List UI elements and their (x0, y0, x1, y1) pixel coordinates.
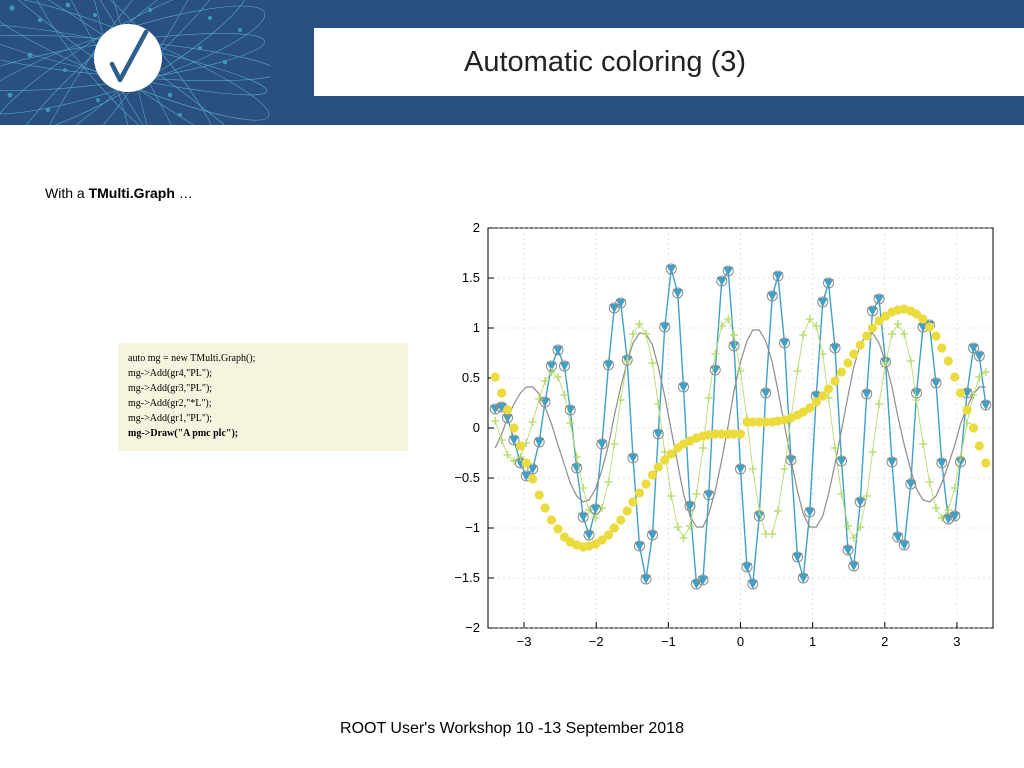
code-line: mg->Add(gr1,"PL"); (128, 411, 398, 426)
svg-text:2: 2 (473, 220, 480, 235)
svg-text:−1: −1 (465, 520, 480, 535)
svg-text:−3: −3 (517, 634, 532, 649)
intro-prefix: With a (45, 185, 89, 201)
footer-text: ROOT User's Workshop 10 -13 September 20… (0, 720, 1024, 738)
svg-text:3: 3 (953, 634, 960, 649)
svg-text:−1.5: −1.5 (454, 570, 480, 585)
svg-text:1: 1 (473, 320, 480, 335)
svg-text:0: 0 (473, 420, 480, 435)
intro-suffix: … (175, 185, 193, 201)
code-line: auto mg = new TMulti.Graph(); (128, 351, 398, 366)
svg-text:2: 2 (881, 634, 888, 649)
title-banner: Automatic coloring (3) (0, 0, 1024, 125)
code-line: mg->Add(gr4,"PL"); (128, 366, 398, 381)
svg-text:−2: −2 (465, 620, 480, 635)
title-bar: Automatic coloring (3) (314, 28, 1024, 96)
svg-text:0: 0 (737, 634, 744, 649)
code-line: mg->Add(gr2,"*L"); (128, 396, 398, 411)
code-line-emphasis: mg->Draw("A pmc plc"); (128, 426, 398, 441)
svg-text:−2: −2 (589, 634, 604, 649)
code-line: mg->Add(gr3,"PL"); (128, 381, 398, 396)
svg-text:0.5: 0.5 (462, 370, 480, 385)
logo-swirl-graphic (0, 0, 270, 125)
svg-text:1.5: 1.5 (462, 270, 480, 285)
svg-text:−0.5: −0.5 (454, 470, 480, 485)
intro-text: With a TMulti.Graph … (45, 185, 193, 201)
code-block: auto mg = new TMulti.Graph(); mg->Add(gr… (118, 343, 408, 451)
svg-text:1: 1 (809, 634, 816, 649)
svg-text:−1: −1 (661, 634, 676, 649)
multigraph-chart: −3 −2 −1 0 1 2 3 −2 −1.5 −1 −0.5 0 0.5 1 1.5 2 (443, 218, 1003, 658)
slide-title: Automatic coloring (3) (464, 46, 746, 79)
intro-class-name: TMulti.Graph (89, 185, 175, 201)
